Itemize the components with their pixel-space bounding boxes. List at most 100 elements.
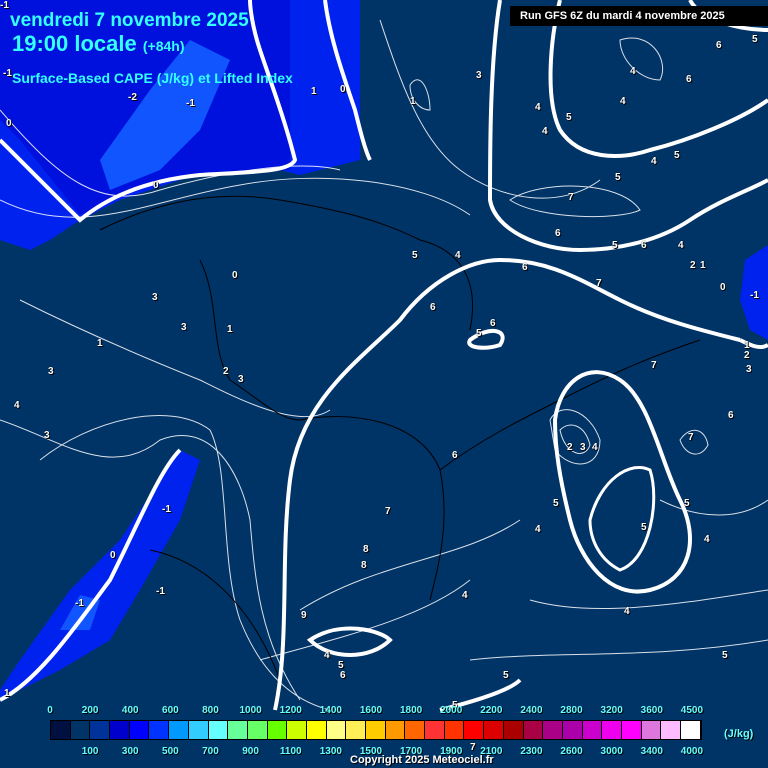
contour-label: 7 bbox=[651, 360, 657, 371]
contour-label: 6 bbox=[340, 670, 346, 681]
contour-label: 0 bbox=[232, 270, 238, 281]
contour-label: 4 bbox=[535, 102, 541, 113]
contour-label: 2 bbox=[690, 260, 696, 271]
contour-label: 6 bbox=[555, 228, 561, 239]
contour-label: 4 bbox=[592, 442, 598, 453]
contour-label: 0 bbox=[153, 180, 159, 191]
legend-tick-top: 0 bbox=[47, 705, 53, 716]
contour-label: -2 bbox=[128, 92, 137, 103]
contour-label: 6 bbox=[641, 240, 647, 251]
contour-label: 0 bbox=[6, 118, 12, 129]
legend-tick-bottom: 3400 bbox=[640, 746, 663, 757]
legend-swatch bbox=[385, 721, 406, 739]
contour-label: 4 bbox=[462, 590, 468, 601]
contour-label: 4 bbox=[620, 96, 626, 107]
legend-swatch bbox=[464, 721, 485, 739]
legend-swatch bbox=[188, 721, 209, 739]
legend-swatch bbox=[405, 721, 426, 739]
contour-label: 9 bbox=[301, 610, 307, 621]
run-label: Run GFS 6Z du mardi 4 novembre 2025 bbox=[510, 6, 768, 26]
legend-tick-top: 2800 bbox=[560, 705, 583, 716]
forecast-time-label: 19:00 locale bbox=[12, 31, 137, 56]
contour-label: 1 bbox=[700, 260, 706, 271]
legend-swatch bbox=[51, 721, 71, 739]
legend-swatch bbox=[129, 721, 150, 739]
legend-tick-bottom: 500 bbox=[162, 746, 179, 757]
color-legend bbox=[50, 720, 702, 740]
contour-label: 5 bbox=[752, 34, 758, 45]
contour-label: 6 bbox=[490, 318, 496, 329]
legend-swatch bbox=[346, 721, 366, 739]
weather-map-view: -1 -2 -1 0 1 0 3 1 4 5 4 4 6 5 6 5 4 4 0 -1 3 0 3 1 2 3 1 3 4 3 5 4 5 6 6 7… bbox=[0, 0, 768, 768]
contour-label: 3 bbox=[746, 364, 752, 375]
contour-label: 4 bbox=[651, 156, 657, 167]
contour-label: 6 bbox=[522, 262, 528, 273]
forecast-time: 19:00 locale (+84h) bbox=[12, 31, 185, 57]
contour-label: 4 bbox=[624, 606, 630, 617]
legend-swatch bbox=[425, 721, 445, 739]
contour-label: 5 bbox=[612, 240, 618, 251]
contour-label: 6 bbox=[716, 40, 722, 51]
contour-label: 1 bbox=[410, 96, 416, 107]
cape-map bbox=[0, 0, 768, 712]
copyright: Copyright 2025 Meteociel.fr bbox=[350, 754, 494, 766]
legend-swatch bbox=[70, 721, 91, 739]
legend-swatch bbox=[503, 721, 524, 739]
contour-label: 1 bbox=[97, 338, 103, 349]
legend-tick-bottom: 1300 bbox=[319, 746, 342, 757]
contour-label: 1 bbox=[227, 324, 233, 335]
legend-tick-top: 1600 bbox=[359, 705, 383, 716]
legend-tick-bottom: 100 bbox=[81, 746, 99, 757]
legend-swatch bbox=[366, 721, 386, 739]
contour-label: 7 bbox=[596, 278, 602, 289]
legend-tick-top: 1000 bbox=[239, 705, 262, 716]
legend-tick-top: 400 bbox=[121, 705, 139, 716]
contour-label: 5 bbox=[722, 650, 728, 661]
contour-label: 4 bbox=[704, 534, 710, 545]
legend-tick-top: 2200 bbox=[480, 705, 503, 716]
legend-swatch bbox=[110, 721, 130, 739]
legend-tick-top: 3600 bbox=[640, 705, 663, 716]
contour-label: 6 bbox=[430, 302, 436, 313]
legend-tick-bottom: 1100 bbox=[279, 746, 302, 757]
contour-label: 3 bbox=[476, 70, 482, 81]
contour-label: 8 bbox=[363, 544, 369, 555]
legend-swatch bbox=[267, 721, 288, 739]
parameter-title: Surface-Based CAPE (J/kg) et Lifted Inde… bbox=[12, 70, 293, 86]
contour-label: 5 bbox=[553, 498, 559, 509]
contour-label: 5 bbox=[566, 112, 572, 123]
contour-label: 4 bbox=[14, 400, 20, 411]
contour-label: 4 bbox=[535, 524, 541, 535]
contour-label: 6 bbox=[452, 450, 458, 461]
legend-swatch bbox=[562, 721, 583, 739]
contour-label: -1 bbox=[156, 586, 165, 597]
contour-label: 3 bbox=[238, 374, 244, 385]
legend-tick-bottom: 3000 bbox=[600, 746, 623, 757]
legend-swatch bbox=[326, 721, 347, 739]
contour-label: 3 bbox=[181, 322, 187, 333]
contour-label: -1 bbox=[186, 98, 195, 109]
legend-swatch bbox=[247, 721, 268, 739]
forecast-lead: (+84h) bbox=[142, 38, 185, 54]
legend-tick-bottom: 2600 bbox=[560, 746, 583, 757]
contour-label: 5 bbox=[641, 522, 647, 533]
legend-swatch bbox=[149, 721, 170, 739]
contour-label: -1 bbox=[3, 68, 12, 79]
contour-label: 2 bbox=[223, 366, 229, 377]
contour-label: 4 bbox=[324, 650, 330, 661]
contour-label: 5 bbox=[412, 250, 418, 261]
shaded-region-southwest bbox=[0, 450, 200, 700]
legend-swatch bbox=[641, 721, 662, 739]
legend-tick-top: 1400 bbox=[319, 705, 342, 716]
contour-label: 0 bbox=[720, 282, 726, 293]
legend-tick-top: 3200 bbox=[600, 705, 623, 716]
contour-label: 7 bbox=[568, 192, 574, 203]
contour-label: 2 bbox=[567, 442, 573, 453]
country-borders bbox=[99, 195, 701, 681]
contour-label: 6 bbox=[728, 410, 734, 421]
legend-swatch bbox=[208, 721, 229, 739]
legend-swatch bbox=[621, 721, 642, 739]
contour-label: 5 bbox=[615, 172, 621, 183]
contour-label: -1 bbox=[0, 0, 9, 11]
contour-label: 3 bbox=[44, 430, 50, 441]
